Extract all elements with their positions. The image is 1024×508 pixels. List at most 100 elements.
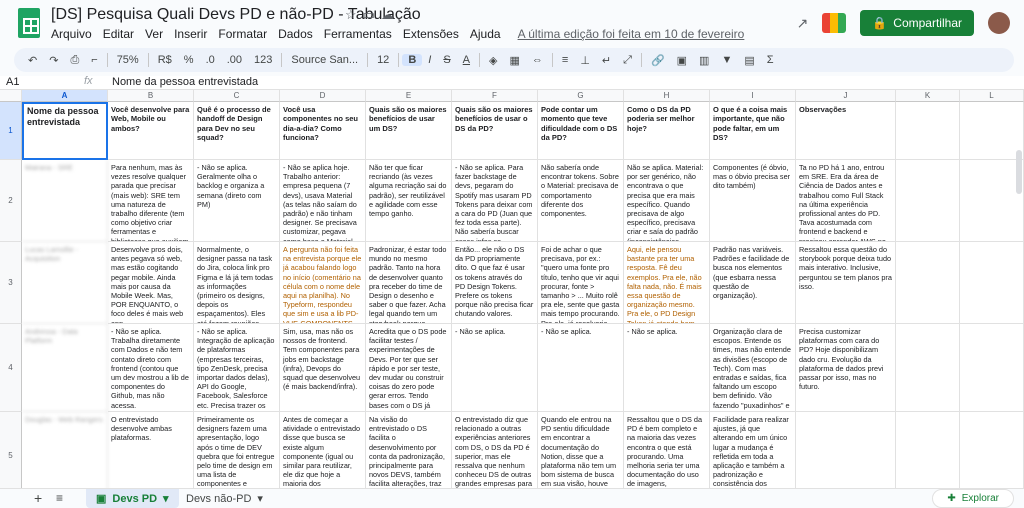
table-cell[interactable]: Douglas - Web Rangers [22,412,108,488]
undo-icon[interactable]: ↶ [22,54,43,67]
name-box[interactable]: A1 [6,76,19,88]
table-cell[interactable]: Antes de começar a atividade o entrevist… [280,412,366,488]
link-icon[interactable]: 🔗 [645,54,671,67]
table-cell[interactable] [896,160,960,242]
avatar[interactable] [988,12,1010,34]
header-cell[interactable]: Você desenvolve para Web, Mobile ou ambo… [108,102,194,160]
menu-ajuda[interactable]: Ajuda [470,27,501,41]
menu-arquivo[interactable]: Arquivo [51,27,92,41]
star-icon[interactable]: ☆ [345,7,363,22]
header-cell[interactable] [960,102,1024,160]
tab-devs-nao-pd[interactable]: Devs não-PD ▾ [176,489,273,508]
fill-color-icon[interactable]: ◈ [483,54,503,67]
tab-devs-pd[interactable]: ▣ Devs PD ▾ [86,489,179,508]
select-all-corner[interactable] [0,90,22,102]
header-cell[interactable]: Pode contar um momento que teve dificuld… [538,102,624,160]
table-cell[interactable]: - Não se aplica. Integração de aplicação… [194,324,280,412]
column-header-h[interactable]: H [624,90,710,102]
table-cell[interactable]: - Não se aplica. [538,324,624,412]
table-cell[interactable]: Mairana - SRE [22,160,108,242]
chart-icon[interactable]: ▥ [693,54,715,67]
table-cell[interactable]: Então... ele não o DS da PD propriamente… [452,242,538,324]
table-cell[interactable]: Componentes (é óbvio, mas o óbvio precis… [710,160,796,242]
menu-formatar[interactable]: Formatar [218,27,267,41]
header-cell[interactable]: Nome da pessoa entrevistada [22,102,108,160]
table-cell[interactable]: - Não se aplica hoje. Trabalho anterior:… [280,160,366,242]
font-select[interactable]: Source San... [285,54,364,66]
row-header-1[interactable]: 1 [0,102,22,160]
text-color-icon[interactable]: A [457,54,476,66]
menu-editar[interactable]: Editar [103,27,134,41]
share-button[interactable]: 🔒 Compartilhar [860,10,974,36]
column-header-g[interactable]: G [538,90,624,102]
more-formats-select[interactable]: 123 [248,54,278,66]
increase-decimal-button[interactable]: .00 [221,54,248,66]
table-cell[interactable]: Acredita que o DS pode facilitar testes … [366,324,452,412]
header-cell[interactable]: O que é a coisa mais importante, que não… [710,102,796,160]
column-header-e[interactable]: E [366,90,452,102]
table-cell[interactable]: Ressaltou que o DS da PD é bem completo … [624,412,710,488]
activity-trend-icon[interactable]: ↗ [797,15,809,32]
table-cell[interactable]: Quando ele entrou na PD sentiu dificulda… [538,412,624,488]
last-edit-link[interactable]: A última edição foi feita em 10 de fever… [518,27,745,41]
move-folder-icon[interactable]: ▭ [363,7,381,22]
add-sheet-icon[interactable]: + [34,490,42,506]
table-cell[interactable]: Facilidade para realizar ajustes, já que… [710,412,796,488]
vertical-scrollbar[interactable] [1016,150,1022,194]
header-cell[interactable]: Quais são os maiores benefícios de usar … [452,102,538,160]
table-cell[interactable]: Ressaltou essa questão do storybook porq… [796,242,896,324]
column-header-f[interactable]: F [452,90,538,102]
text-rotate-icon[interactable]: ⤢ [617,54,638,67]
font-size-input[interactable]: 12 [371,54,395,66]
table-cell[interactable]: - Não se aplica. [624,324,710,412]
sheets-logo-icon[interactable] [18,8,40,38]
header-cell[interactable]: Quê é o processo de handoff de Design pa… [194,102,280,160]
table-cell[interactable]: - Não se aplica. Trabalha diretamente co… [108,324,194,412]
menu-extensões[interactable]: Extensões [403,27,459,41]
header-cell[interactable]: Você usa componentes no seu dia-a-dia? C… [280,102,366,160]
text-wrap-icon[interactable]: ↵ [596,54,617,67]
table-cell[interactable]: Organização clara de escopos. Entende os… [710,324,796,412]
comment-icon[interactable]: ▣ [671,54,693,67]
header-cell[interactable]: Observações [796,102,896,160]
table-cell[interactable]: Na visão do entrevistado o DS facilita o… [366,412,452,488]
header-cell[interactable]: Como o DS da PD poderia ser melhor hoje? [624,102,710,160]
explore-button[interactable]: ✚ Explorar [932,489,1014,508]
table-cell[interactable]: Andressa - Data Platform [22,324,108,412]
table-cell[interactable] [960,242,1024,324]
table-cell[interactable]: Não se aplica. Material: por ser genéric… [624,160,710,242]
table-cell[interactable]: O entrevistado diz que relacionado a out… [452,412,538,488]
menu-dados[interactable]: Dados [278,27,313,41]
table-cell[interactable]: O entrevistado desenvolve ambas platafor… [108,412,194,488]
table-cell[interactable] [960,412,1024,488]
table-cell[interactable]: A pergunta não foi feita na entrevista p… [280,242,366,324]
column-header-c[interactable]: C [194,90,280,102]
percent-button[interactable]: % [178,54,200,66]
formula-input[interactable]: Nome da pessoa entrevistada [112,76,258,88]
align-horizontal-icon[interactable]: ≡ [556,54,574,66]
table-cell[interactable]: Desenvolve pros dois, antes pegava só we… [108,242,194,324]
column-header-j[interactable]: J [796,90,896,102]
table-cell[interactable]: Padronizar, é estar todo mundo no mesmo … [366,242,452,324]
align-vertical-icon[interactable]: ⊥ [574,54,596,67]
table-cell[interactable] [960,160,1024,242]
filter-views-icon[interactable]: ▤ [738,54,760,67]
table-cell[interactable]: - Não se aplica. [452,324,538,412]
column-header-l[interactable]: L [960,90,1024,102]
table-cell[interactable]: Sim, usa, mas não os nossos de frontend.… [280,324,366,412]
all-sheets-icon[interactable]: ≡ [56,491,63,505]
column-header-d[interactable]: D [280,90,366,102]
menu-ferramentas[interactable]: Ferramentas [324,27,392,41]
column-header-k[interactable]: K [896,90,960,102]
table-cell[interactable] [896,324,960,412]
bold-button[interactable]: B [402,54,423,66]
table-cell[interactable]: - Não se aplica. Para fazer backstage de… [452,160,538,242]
column-header-b[interactable]: B [108,90,194,102]
table-cell[interactable]: Ta no PD há 1 ano, entrou em SRE. Era da… [796,160,896,242]
table-cell[interactable]: Não ter que ficar recriando (às vezes al… [366,160,452,242]
row-header-2[interactable]: 2 [0,160,22,242]
redo-icon[interactable]: ↷ [43,54,64,67]
table-cell[interactable] [796,412,896,488]
table-cell[interactable]: Foi de achar o que precisava, por ex.: "… [538,242,624,324]
header-cell[interactable] [896,102,960,160]
